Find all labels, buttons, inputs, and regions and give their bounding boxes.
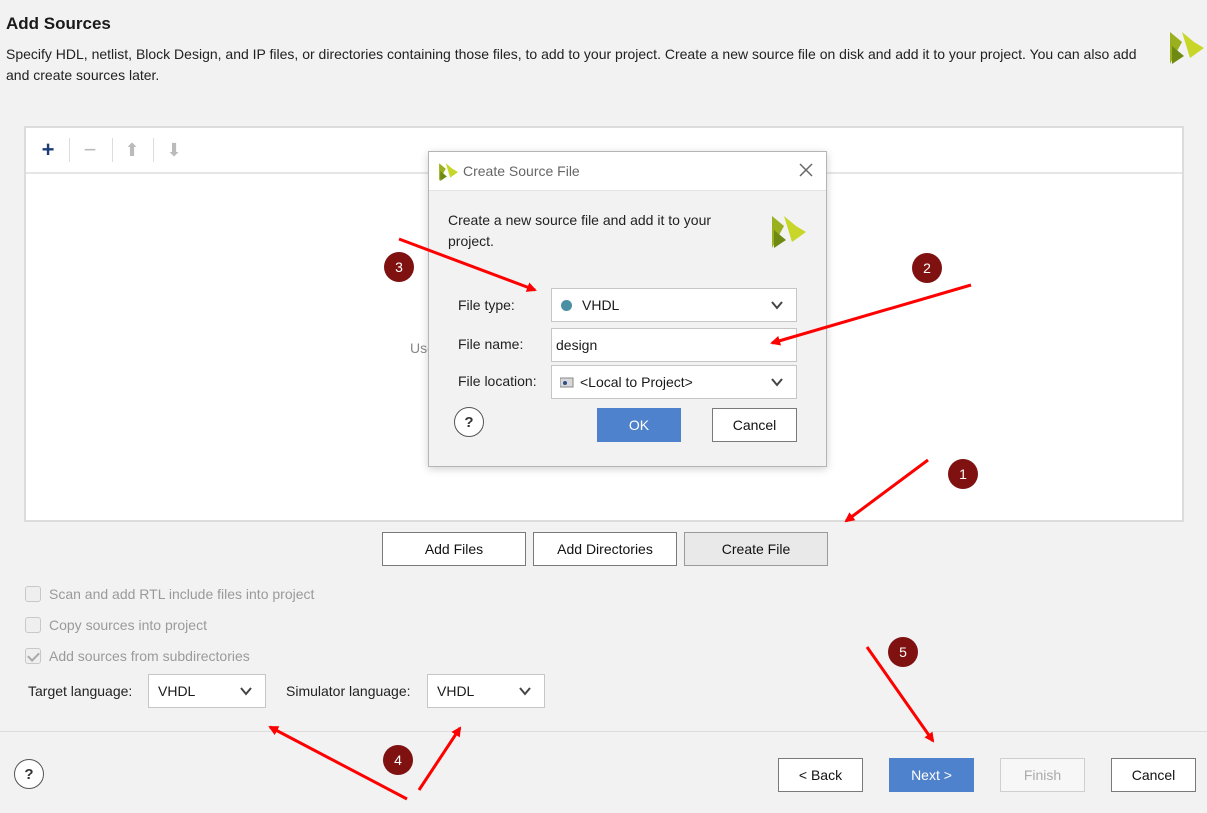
- annotation-badge-5: 5: [888, 637, 918, 667]
- arrow-3: [398, 237, 537, 292]
- annotation-badge-4: 4: [383, 745, 413, 775]
- arrow-4b: [417, 726, 462, 791]
- annotation-badge-2: 2: [912, 253, 942, 283]
- annotation-badge-3: 3: [384, 252, 414, 282]
- annotation-arrows: [268, 237, 972, 801]
- arrow-2: [770, 283, 972, 346]
- arrow-1: [844, 458, 929, 523]
- annotation-badge-1: 1: [948, 459, 978, 489]
